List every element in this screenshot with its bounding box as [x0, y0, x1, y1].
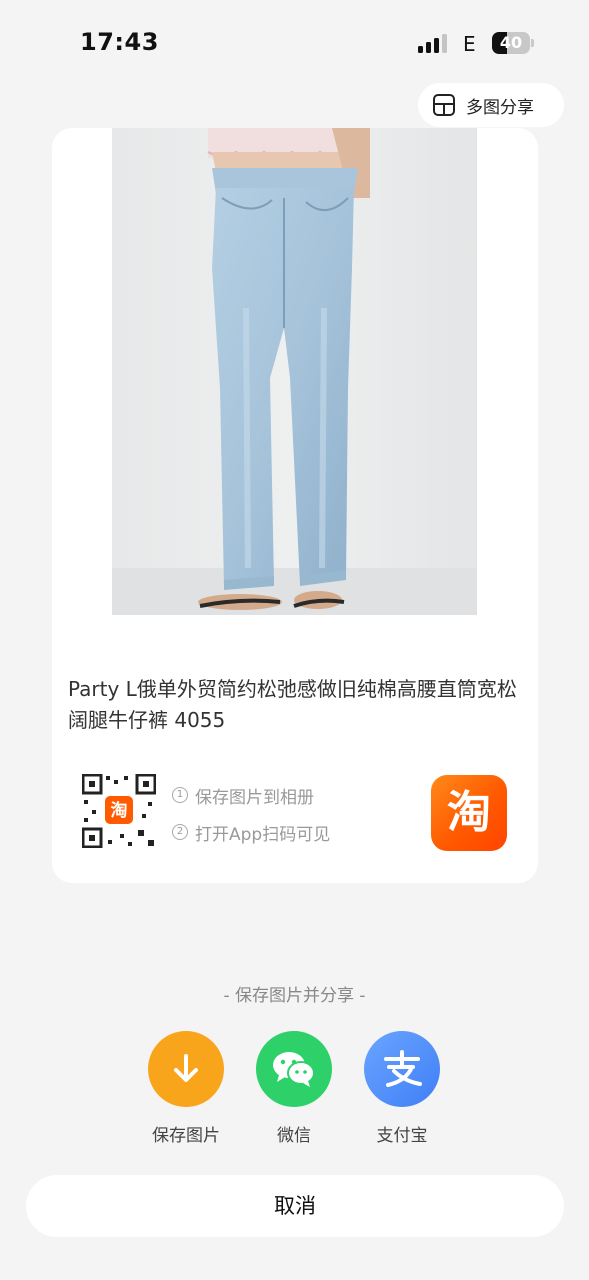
multi-image-share-button[interactable]: 多图分享: [418, 83, 564, 127]
wechat-label: 微信: [277, 1126, 311, 1146]
qr-code: 淘: [81, 773, 157, 849]
scan-instructions: 1 保存图片到相册 2 打开App扫码可见: [172, 780, 330, 854]
download-icon: [148, 1031, 224, 1107]
network-type: E: [463, 32, 476, 56]
wechat-icon: [256, 1031, 332, 1107]
instruction-step: 2 打开App扫码可见: [172, 817, 330, 847]
instruction-text: 保存图片到相册: [195, 787, 314, 808]
status-bar: 17:43 E 40: [0, 0, 589, 84]
grid-layout-icon: [433, 94, 455, 116]
wechat-share-button[interactable]: 微信: [244, 1031, 344, 1146]
taobao-logo-text: 淘: [447, 787, 491, 838]
product-photo: [112, 128, 477, 615]
product-share-card: Party L俄单外贸简约松弛感做旧纯棉高腰直筒宽松阔腿牛仔裤 4055 淘 1…: [52, 128, 538, 883]
battery-icon: 40: [492, 32, 534, 54]
product-title: Party L俄单外贸简约松弛感做旧纯棉高腰直筒宽松阔腿牛仔裤 4055: [68, 677, 517, 732]
alipay-icon: [364, 1031, 440, 1107]
signal-icon: [418, 33, 448, 53]
battery-percent: 40: [499, 33, 523, 52]
multi-share-label: 多图分享: [466, 97, 534, 118]
instruction-step: 1 保存图片到相册: [172, 780, 330, 810]
qr-badge: 淘: [111, 800, 128, 821]
taobao-app-logo: 淘: [431, 775, 507, 851]
save-image-label: 保存图片: [152, 1126, 220, 1146]
share-sheet-screen: 17:43 E 40 多图分享 Party L俄单外贸简约松弛感做旧纯棉高腰直筒…: [0, 0, 589, 1280]
cancel-button[interactable]: 取消: [26, 1175, 564, 1237]
share-caption: - 保存图片并分享 -: [223, 986, 366, 1006]
status-time: 17:43: [80, 28, 159, 56]
alipay-label: 支付宝: [376, 1126, 428, 1146]
alipay-share-button[interactable]: 支付宝: [352, 1031, 452, 1146]
instruction-text: 打开App扫码可见: [195, 824, 331, 845]
save-image-button[interactable]: 保存图片: [136, 1031, 236, 1146]
